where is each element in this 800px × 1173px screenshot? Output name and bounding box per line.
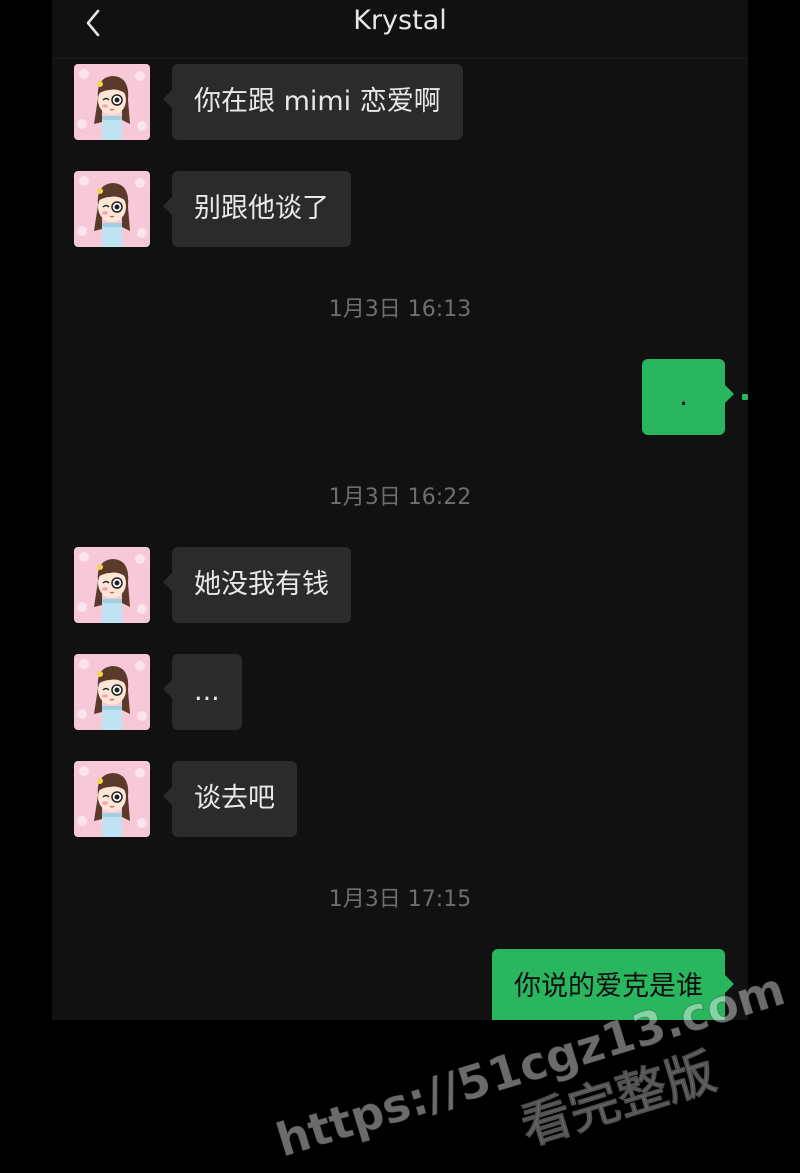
avatar[interactable] — [74, 654, 150, 730]
avatar[interactable] — [74, 547, 150, 623]
message-text: 你说的爱克是谁 — [514, 971, 703, 1002]
message-text: 你在跟 mimi 恋爱啊 — [194, 86, 441, 117]
chat-window: Krystal 你在跟 mimi 恋爱啊 别跟他谈了 1月3日 16:13 . … — [52, 0, 748, 1020]
message-text: 她没我有钱 — [194, 569, 329, 600]
message-text: 别跟他谈了 — [194, 193, 329, 224]
chat-header: Krystal — [52, 0, 748, 59]
message-text: 谈去吧 — [194, 783, 275, 814]
incoming-message-bubble[interactable]: 你在跟 mimi 恋爱啊 — [163, 64, 463, 140]
contact-name[interactable]: Krystal — [52, 4, 748, 38]
avatar[interactable] — [74, 761, 150, 837]
outgoing-message-bubble[interactable]: 你说的爱克是谁 — [492, 949, 734, 1020]
incoming-message-bubble[interactable]: 她没我有钱 — [163, 547, 351, 623]
outgoing-message-bubble[interactable]: . — [642, 359, 734, 435]
watermark-caption: 看完整版 — [514, 1042, 722, 1156]
incoming-message-bubble[interactable]: 别跟他谈了 — [163, 171, 351, 247]
message-text: ... — [194, 676, 220, 707]
timestamp: 1月3日 16:22 — [328, 485, 472, 510]
message-text: . — [679, 381, 688, 412]
timestamp: 1月3日 16:13 — [328, 297, 472, 322]
avatar[interactable] — [74, 171, 150, 247]
incoming-message-bubble[interactable]: ... — [163, 654, 242, 730]
outgoing-avatar-edge — [742, 394, 748, 400]
incoming-message-bubble[interactable]: 谈去吧 — [163, 761, 297, 837]
timestamp: 1月3日 17:15 — [328, 887, 472, 912]
avatar[interactable] — [74, 64, 150, 140]
